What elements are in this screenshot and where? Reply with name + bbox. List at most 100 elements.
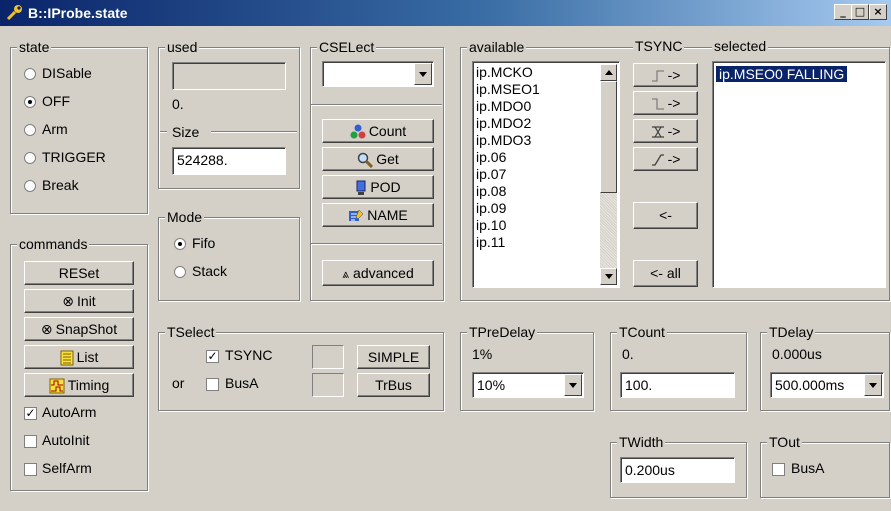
selfarm-checkbox[interactable]	[24, 463, 37, 476]
snapshot-button[interactable]: ⊗ SnapShot	[24, 317, 134, 341]
tselect-busa-checkbox[interactable]	[206, 378, 219, 391]
tout-busa-label: BusA	[791, 460, 825, 476]
both-edges-icon	[651, 126, 664, 138]
state-radio-break[interactable]	[24, 180, 36, 192]
mode-radio-fifo[interactable]	[174, 238, 186, 250]
twidth-field[interactable]: 0.200us	[620, 457, 735, 483]
tsync-arrow-label: ->	[667, 123, 681, 139]
tselect-group: TSelect	[158, 324, 444, 411]
list-item[interactable]: ip.MSEO1	[476, 81, 540, 98]
state-radio-off[interactable]	[24, 96, 36, 108]
tout-busa-checkbox[interactable]	[772, 463, 785, 476]
advanced-button[interactable]: ⩓ advanced	[322, 260, 434, 286]
tsync-any-button[interactable]: ->	[633, 147, 698, 171]
title-bar[interactable]: B::IProbe.state _ □ ×	[0, 0, 891, 26]
available-list[interactable]: ip.MCKO ip.MSEO1 ip.MDO0 ip.MDO2 ip.MDO3…	[472, 61, 620, 288]
init-icon: ⊗	[62, 294, 75, 310]
rising-edge-icon	[651, 70, 664, 82]
list-item[interactable]: ip.07	[476, 166, 506, 183]
state-radio-disable[interactable]	[24, 68, 36, 80]
timing-icon	[49, 378, 65, 394]
selected-item[interactable]: ip.MSEO0 FALLING	[716, 66, 848, 82]
list-item[interactable]: ip.MDO0	[476, 98, 531, 115]
size-field[interactable]: 524288.	[172, 147, 286, 175]
mode-radio-stack[interactable]	[174, 266, 186, 278]
init-button[interactable]: ⊗ Init	[24, 289, 134, 313]
tpredelay-dropdown[interactable]: 10%	[472, 372, 584, 398]
mode-group-label: Mode	[165, 209, 205, 225]
magnifier-icon	[357, 153, 374, 169]
count-button[interactable]: Count	[322, 119, 434, 143]
state-radio-arm[interactable]	[24, 124, 36, 136]
remove-all-button[interactable]: <- all	[633, 260, 698, 287]
available-scrollbar[interactable]	[600, 64, 617, 285]
tpredelay-value: 1%	[472, 346, 493, 362]
minimize-button[interactable]: _	[834, 4, 852, 20]
list-item[interactable]: ip.06	[476, 149, 506, 166]
cselect-dropdown[interactable]	[322, 61, 434, 87]
timing-label: Timing	[67, 377, 110, 393]
busa-indicator	[312, 373, 344, 397]
tdelay-dropdown[interactable]: 500.000ms	[770, 372, 884, 398]
get-button[interactable]: Get	[322, 147, 434, 171]
list-item[interactable]: ip.MSEO0 FALLING	[716, 66, 848, 83]
trbus-button[interactable]: TrBus	[357, 373, 430, 397]
tsync-falling-button[interactable]: ->	[633, 91, 698, 115]
list-button[interactable]: List	[24, 345, 134, 369]
twidth-group-label: TWidth	[617, 434, 666, 450]
list-item[interactable]: ip.MCKO	[476, 64, 533, 81]
tcount-group-label: TCount	[617, 324, 667, 340]
tsync-arrow-label: ->	[667, 67, 681, 83]
chevron-down-icon[interactable]	[564, 374, 582, 396]
tsync-both-button[interactable]: ->	[633, 119, 698, 143]
state-radio-trigger[interactable]	[24, 152, 36, 164]
list-item[interactable]: ip.09	[476, 200, 506, 217]
pod-label: POD	[370, 179, 401, 195]
tpredelay-group-label: TPreDelay	[467, 324, 538, 340]
chevron-down-icon[interactable]	[864, 374, 882, 396]
state-option-break: Break	[42, 177, 79, 193]
list-item[interactable]: ip.08	[476, 183, 506, 200]
falling-edge-icon	[651, 98, 664, 110]
name-label: NAME	[367, 207, 408, 223]
tpredelay-select-value: 10%	[477, 377, 506, 393]
tselect-busa-label: BusA	[225, 375, 259, 391]
tout-group-label: TOut	[767, 434, 802, 450]
remove-button[interactable]: <-	[633, 202, 698, 229]
close-button[interactable]: ×	[869, 4, 887, 20]
reset-button[interactable]: RESet	[24, 261, 134, 285]
tselect-tsync-checkbox[interactable]: ✓	[206, 350, 219, 363]
autoinit-checkbox[interactable]	[24, 435, 37, 448]
tsync-rising-button[interactable]: ->	[633, 63, 698, 87]
timing-button[interactable]: Timing	[24, 373, 134, 397]
selected-list[interactable]: ip.MSEO0 FALLING	[712, 61, 886, 288]
autoarm-checkbox[interactable]: ✓	[24, 407, 37, 420]
list-item[interactable]: ip.MDO2	[476, 115, 531, 132]
tcount-field[interactable]: 100.	[620, 372, 735, 398]
state-option-trigger: TRIGGER	[42, 149, 106, 165]
selected-label: selected	[712, 38, 769, 54]
window-title: B::IProbe.state	[28, 5, 128, 21]
list-item[interactable]: ip.MDO3	[476, 132, 531, 149]
pod-button[interactable]: POD	[322, 175, 434, 199]
name-button[interactable]: NAME	[322, 203, 434, 227]
tselect-tsync-label: TSYNC	[225, 347, 273, 363]
autoarm-label: AutoArm	[42, 404, 97, 420]
count-icon	[350, 124, 366, 139]
scroll-thumb[interactable]	[600, 81, 617, 193]
get-label: Get	[376, 151, 399, 167]
list-icon	[60, 350, 74, 366]
maximize-button[interactable]: □	[851, 4, 869, 20]
available-label: available	[467, 39, 527, 55]
list-item[interactable]: ip.10	[476, 217, 506, 234]
chevron-down-icon[interactable]	[414, 63, 432, 85]
wrench-icon	[6, 5, 22, 21]
list-item[interactable]: ip.11	[476, 234, 505, 251]
used-count: 0.	[172, 96, 184, 112]
scroll-down-icon[interactable]	[600, 268, 617, 285]
simple-button[interactable]: SIMPLE	[357, 345, 430, 369]
tsync-arrow-label: ->	[667, 151, 681, 167]
used-field	[172, 62, 286, 90]
tdelay-value: 0.000us	[772, 346, 822, 362]
scroll-up-icon[interactable]	[600, 64, 617, 81]
